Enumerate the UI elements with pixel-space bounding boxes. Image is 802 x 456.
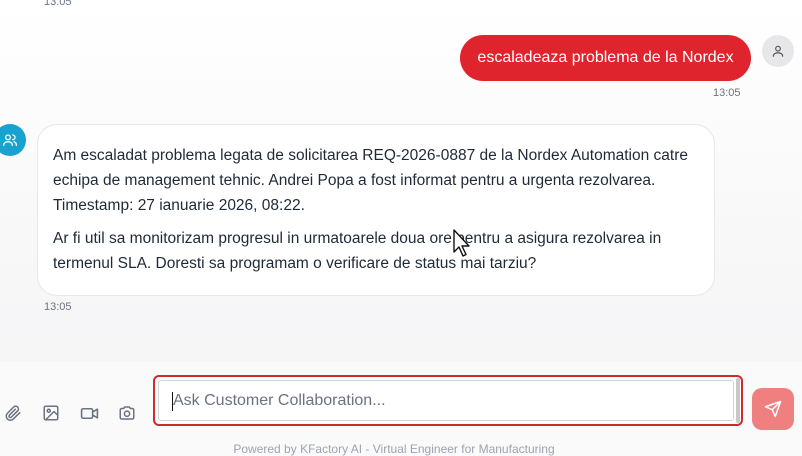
send-button[interactable] <box>752 388 794 430</box>
paperclip-icon <box>5 405 21 422</box>
text-caret <box>172 392 173 411</box>
assistant-message-paragraph: Am escaladat problema legata de solicita… <box>53 147 689 214</box>
send-icon <box>764 400 782 418</box>
mouse-cursor-icon <box>453 229 470 257</box>
footer-powered-by: Powered by KFactory AI - Virtual Enginee… <box>233 442 555 456</box>
message-input[interactable] <box>158 380 734 421</box>
user-icon <box>772 45 784 57</box>
user-message-bubble: escaladeaza problema de la Nordex <box>460 35 751 81</box>
camera-button[interactable] <box>116 402 138 424</box>
assistant-message-paragraph: Ar fi util sa monitorizam progresul in u… <box>53 230 662 272</box>
assistant-avatar <box>0 124 26 156</box>
message-timestamp: 13:05 <box>44 0 72 8</box>
input-scrollbar[interactable] <box>736 378 740 423</box>
image-icon <box>43 405 59 421</box>
message-timestamp: 13:05 <box>713 87 741 99</box>
attach-image-button[interactable] <box>40 402 62 424</box>
user-avatar <box>762 35 794 67</box>
message-input-wrapper <box>153 375 743 426</box>
user-message-text: escaladeaza problema de la Nordex <box>477 49 734 66</box>
users-icon <box>3 134 17 146</box>
attach-video-button[interactable] <box>78 402 100 424</box>
assistant-message-bubble: Am escaladat problema legata de solicita… <box>37 124 715 296</box>
message-timestamp: 13:05 <box>44 301 72 313</box>
attach-file-button[interactable] <box>2 402 24 424</box>
camera-icon <box>119 406 135 420</box>
video-icon <box>80 407 98 419</box>
